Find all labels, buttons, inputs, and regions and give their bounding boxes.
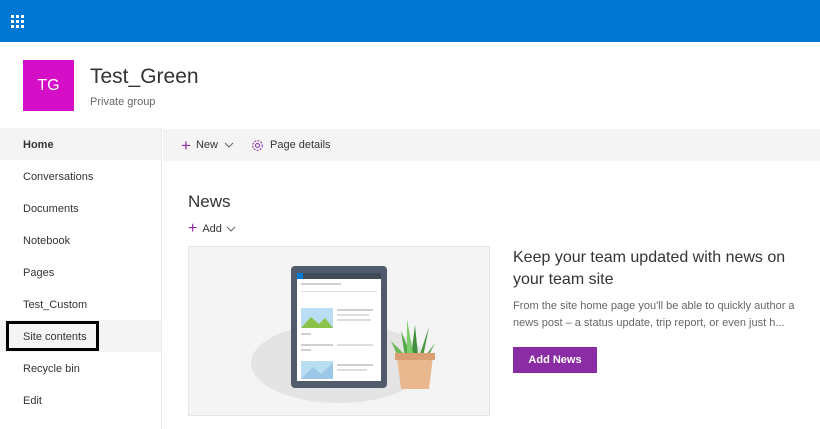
add-label: Add bbox=[202, 223, 222, 235]
nav-item-label: Recycle bin bbox=[23, 363, 80, 375]
nav-item-conversations[interactable]: Conversations bbox=[0, 160, 161, 192]
nav-item-documents[interactable]: Documents bbox=[0, 192, 161, 224]
news-heading: Keep your team updated with news on your… bbox=[513, 249, 786, 288]
new-button[interactable]: + New bbox=[181, 129, 234, 161]
news-title: News bbox=[188, 192, 231, 211]
gear-icon bbox=[252, 139, 263, 151]
page-details-label: Page details bbox=[270, 139, 331, 151]
chevron-down-icon bbox=[224, 142, 234, 148]
nav-item-edit[interactable]: Edit bbox=[0, 384, 161, 416]
suite-bar bbox=[0, 0, 820, 42]
nav-item-label: Conversations bbox=[23, 171, 94, 183]
nav-item-label: Edit bbox=[23, 395, 42, 407]
nav-item-label: Site contents bbox=[23, 331, 87, 343]
tablet-plant-illustration bbox=[251, 266, 435, 403]
plus-icon: + bbox=[181, 135, 191, 155]
nav-item-label: Documents bbox=[23, 203, 79, 215]
nav-item-label: Home bbox=[23, 139, 54, 151]
left-navigation: Home Conversations Documents Notebook Pa… bbox=[0, 128, 162, 429]
waffle-icon bbox=[10, 14, 24, 28]
add-news-button[interactable]: Add News bbox=[513, 347, 597, 373]
command-bar: + New Page details bbox=[163, 129, 820, 161]
nav-item-label: Test_Custom bbox=[23, 299, 88, 311]
nav-item-notebook[interactable]: Notebook bbox=[0, 224, 161, 256]
news-illustration-card bbox=[188, 246, 490, 416]
page-details-button[interactable]: Page details bbox=[251, 129, 331, 161]
add-news-dropdown[interactable]: + Add bbox=[188, 221, 236, 237]
news-description: From the site home page you'll be able t… bbox=[513, 300, 795, 329]
chevron-down-icon bbox=[226, 226, 236, 232]
nav-item-pages[interactable]: Pages bbox=[0, 256, 161, 288]
nav-item-label: Notebook bbox=[23, 235, 71, 247]
nav-item-site-contents[interactable]: Site contents bbox=[0, 320, 161, 352]
site-subtitle: Private group bbox=[90, 96, 156, 108]
nav-item-home[interactable]: Home bbox=[0, 128, 161, 160]
nav-item-label: Pages bbox=[23, 267, 55, 279]
nav-item-recycle-bin[interactable]: Recycle bin bbox=[0, 352, 161, 384]
new-button-label: New bbox=[195, 139, 218, 151]
app-launcher-button[interactable] bbox=[0, 0, 34, 42]
site-logo[interactable]: TG bbox=[23, 60, 74, 111]
plus-icon: + bbox=[188, 220, 198, 237]
site-header: TG Test_Green Private group bbox=[0, 42, 820, 128]
site-title[interactable]: Test_Green bbox=[90, 65, 199, 89]
nav-item-test-custom[interactable]: Test_Custom bbox=[0, 288, 161, 320]
